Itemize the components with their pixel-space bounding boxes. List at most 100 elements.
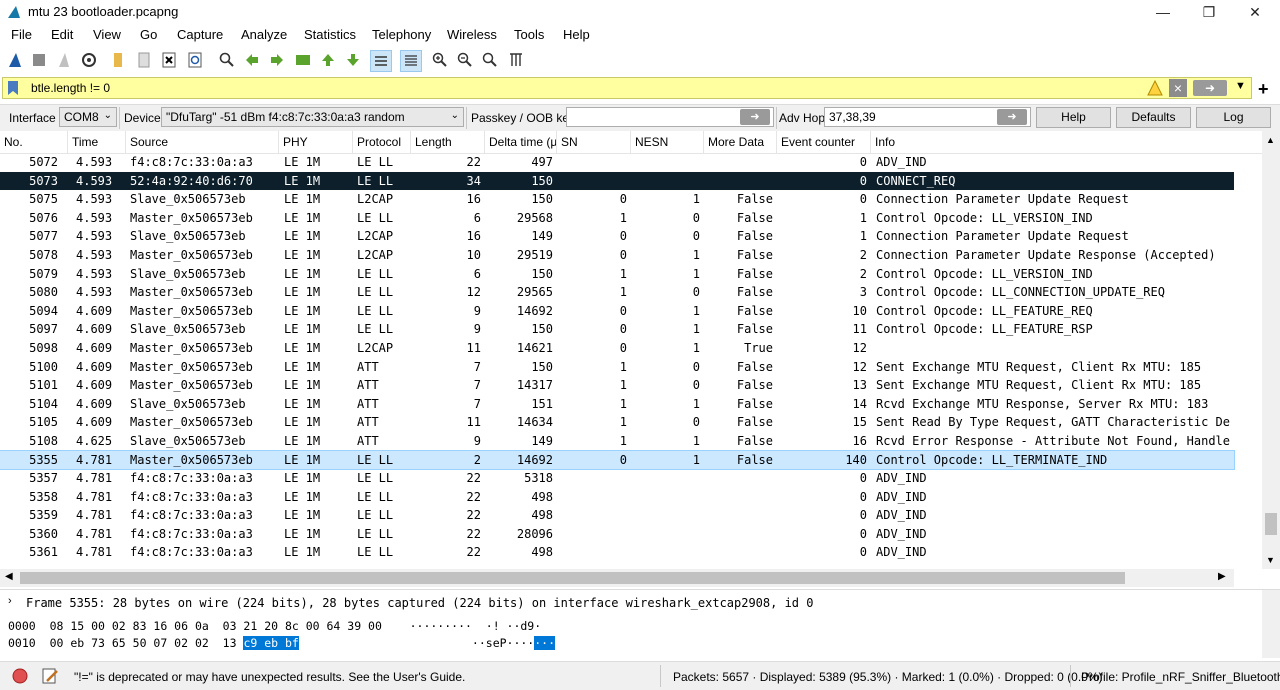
packet-row[interactable]: 5079 4.593 Slave_0x506573eb LE 1M LE LL 6 150 1… [0, 265, 1234, 284]
vertical-scrollbar[interactable]: ▲ ▼ [1262, 131, 1280, 569]
go-first-packet-icon[interactable] [319, 51, 337, 69]
packet-row[interactable]: 5097 4.609 Slave_0x506573eb LE 1M LE LL 9 150 0… [0, 320, 1234, 339]
column-delta-time[interactable]: Delta time (µs [485, 131, 557, 153]
go-to-packet-icon[interactable] [294, 51, 312, 69]
packet-row[interactable]: 5357 4.781 f4:c8:7c:33:0a:a3 LE 1M LE LL 22 53… [0, 469, 1234, 488]
interface-select[interactable]: COM8 ⌄ [59, 107, 117, 127]
apply-adv-hop-icon[interactable]: ➜ [997, 109, 1027, 125]
menu-capture[interactable]: Capture [177, 27, 223, 42]
column-event-counter[interactable]: Event counter [777, 131, 871, 153]
horizontal-scrollbar[interactable]: ◀ ▶ [0, 569, 1234, 587]
scroll-right-icon[interactable]: ▶ [1218, 571, 1226, 582]
open-file-icon[interactable] [110, 51, 128, 69]
apply-passkey-icon[interactable]: ➜ [740, 109, 770, 125]
bookmark-icon[interactable] [5, 80, 21, 96]
edit-comment-icon[interactable] [41, 667, 59, 685]
menu-statistics[interactable]: Statistics [304, 27, 356, 42]
column-nesn[interactable]: NESN [631, 131, 704, 153]
packet-row[interactable]: 5359 4.781 f4:c8:7c:33:0a:a3 LE 1M LE LL 22 49… [0, 506, 1234, 525]
packet-row[interactable]: 5104 4.609 Slave_0x506573eb LE 1M ATT 7 151 1 1 F… [0, 395, 1234, 414]
go-back-icon[interactable] [243, 51, 261, 69]
packet-row[interactable]: 5361 4.781 f4:c8:7c:33:0a:a3 LE 1M LE LL 22 49… [0, 543, 1234, 562]
hex-bytes-selected[interactable]: c9 eb bf [243, 636, 299, 650]
menu-telephony[interactable]: Telephony [372, 27, 431, 42]
column-phy[interactable]: PHY [279, 131, 353, 153]
help-button[interactable]: Help [1036, 107, 1111, 128]
expand-chevron-icon[interactable]: › [8, 595, 12, 607]
zoom-out-icon[interactable] [456, 51, 474, 69]
packet-row[interactable]: 5072 4.593 f4:c8:7c:33:0a:a3 LE 1M LE LL 22 49… [0, 153, 1234, 172]
menu-analyze[interactable]: Analyze [241, 27, 287, 42]
column-no[interactable]: No. [0, 131, 68, 153]
hex-bytes[interactable]: 00 eb 73 65 50 07 02 02 13 [50, 636, 237, 650]
packet-row[interactable]: 5100 4.609 Master_0x506573eb LE 1M ATT 7 150 1 0… [0, 358, 1234, 377]
scroll-left-icon[interactable]: ◀ [5, 571, 13, 582]
column-more-data[interactable]: More Data [704, 131, 777, 153]
start-capture-icon[interactable] [6, 51, 24, 69]
packet-row[interactable]: 5080 4.593 Master_0x506573eb LE 1M LE LL 12 29… [0, 283, 1234, 302]
packet-row[interactable]: 5355 4.781 Master_0x506573eb LE 1M LE LL 2 146… [0, 449, 1235, 471]
save-file-icon[interactable] [135, 51, 153, 69]
menu-edit[interactable]: Edit [51, 27, 73, 42]
packet-row[interactable]: 5098 4.609 Master_0x506573eb LE 1M L2CAP 11 14… [0, 339, 1234, 358]
packet-row[interactable]: 5076 4.593 Master_0x506573eb LE 1M LE LL 6 295… [0, 209, 1234, 228]
packet-row[interactable]: 5108 4.625 Slave_0x506573eb LE 1M ATT 9 149 1 1 F… [0, 432, 1234, 451]
menu-wireless[interactable]: Wireless [447, 27, 497, 42]
hex-ascii[interactable]: ··seP···· [472, 636, 534, 650]
menu-tools[interactable]: Tools [514, 27, 544, 42]
menu-file[interactable]: File [11, 27, 32, 42]
bytes-scrollbar[interactable] [1262, 616, 1280, 658]
log-button[interactable]: Log [1196, 107, 1271, 128]
find-packet-icon[interactable] [218, 51, 236, 69]
vertical-scroll-thumb[interactable] [1265, 513, 1277, 535]
menu-go[interactable]: Go [140, 27, 157, 42]
packet-bytes-pane[interactable]: 0000 08 15 00 02 83 16 06 0a 03 21 20 8c… [0, 616, 1280, 658]
frame-detail-line[interactable]: Frame 5355: 28 bytes on wire (224 bits),… [26, 596, 813, 610]
packet-row[interactable]: 5073 4.593 52:4a:92:40:d6:70 LE 1M LE LL 34 15… [0, 171, 1234, 191]
go-forward-icon[interactable] [268, 51, 286, 69]
packet-row[interactable]: 5101 4.609 Master_0x506573eb LE 1M ATT 7 14317… [0, 376, 1234, 395]
horizontal-scroll-thumb[interactable] [20, 572, 1125, 584]
capture-options-icon[interactable] [80, 51, 98, 69]
packet-row[interactable]: 5075 4.593 Slave_0x506573eb LE 1M L2CAP 16 150… [0, 190, 1234, 209]
auto-scroll-icon[interactable] [370, 50, 392, 72]
column-sn[interactable]: SN [557, 131, 631, 153]
details-scrollbar[interactable] [1262, 590, 1280, 616]
packet-row[interactable]: 5077 4.593 Slave_0x506573eb LE 1M L2CAP 16 149… [0, 227, 1234, 246]
packet-row[interactable]: 5094 4.609 Master_0x506573eb LE 1M LE LL 9 146… [0, 302, 1234, 321]
display-filter-input[interactable]: btle.length != 0 [31, 81, 110, 95]
reload-file-icon[interactable] [186, 51, 204, 69]
zoom-in-icon[interactable] [431, 51, 449, 69]
resize-columns-icon[interactable] [507, 51, 525, 69]
column-length[interactable]: Length [411, 131, 485, 153]
packet-row[interactable]: 5358 4.781 f4:c8:7c:33:0a:a3 LE 1M LE LL 22 49… [0, 488, 1234, 507]
packet-list[interactable]: No. Time Source PHY Protocol Length Delt… [0, 131, 1280, 569]
close-file-icon[interactable] [160, 51, 178, 69]
capture-status-icon[interactable] [12, 668, 28, 684]
menu-view[interactable]: View [93, 27, 121, 42]
restart-capture-icon[interactable] [55, 51, 73, 69]
menu-help[interactable]: Help [563, 27, 590, 42]
packet-row[interactable]: 5078 4.593 Master_0x506573eb LE 1M L2CAP 10 29… [0, 246, 1234, 265]
packet-row[interactable]: 5360 4.781 f4:c8:7c:33:0a:a3 LE 1M LE LL 22 28… [0, 525, 1234, 544]
hex-ascii[interactable]: ········· ·! ··d9· [410, 619, 542, 633]
packet-details-pane[interactable]: › Frame 5355: 28 bytes on wire (224 bits… [0, 589, 1280, 617]
add-filter-button-icon[interactable]: + [1258, 79, 1269, 100]
display-filter-bar[interactable]: btle.length != 0 × ➜ ▼ [2, 77, 1252, 99]
column-protocol[interactable]: Protocol [353, 131, 411, 153]
colorize-icon[interactable] [400, 50, 422, 72]
normal-size-icon[interactable] [481, 51, 499, 69]
defaults-button[interactable]: Defaults [1116, 107, 1191, 128]
filter-history-dropdown-icon[interactable]: ▼ [1235, 80, 1246, 92]
column-info[interactable]: Info [871, 131, 1262, 153]
scroll-down-icon[interactable]: ▼ [1266, 555, 1275, 565]
column-source[interactable]: Source [126, 131, 279, 153]
maximize-button[interactable]: ❐ [1186, 0, 1232, 24]
hex-ascii-selected[interactable]: ··· [534, 636, 556, 650]
packet-row[interactable]: 5105 4.609 Master_0x506573eb LE 1M ATT 11 1463… [0, 413, 1234, 432]
hex-bytes[interactable]: 08 15 00 02 83 16 06 0a 03 21 20 8c 00 6… [50, 619, 382, 633]
device-select[interactable]: "DfuTarg" -51 dBm f4:c8:7c:33:0a:a3 rand… [161, 107, 464, 127]
clear-filter-icon[interactable]: × [1169, 79, 1187, 97]
go-last-packet-icon[interactable] [344, 51, 362, 69]
scroll-up-icon[interactable]: ▲ [1266, 135, 1275, 145]
